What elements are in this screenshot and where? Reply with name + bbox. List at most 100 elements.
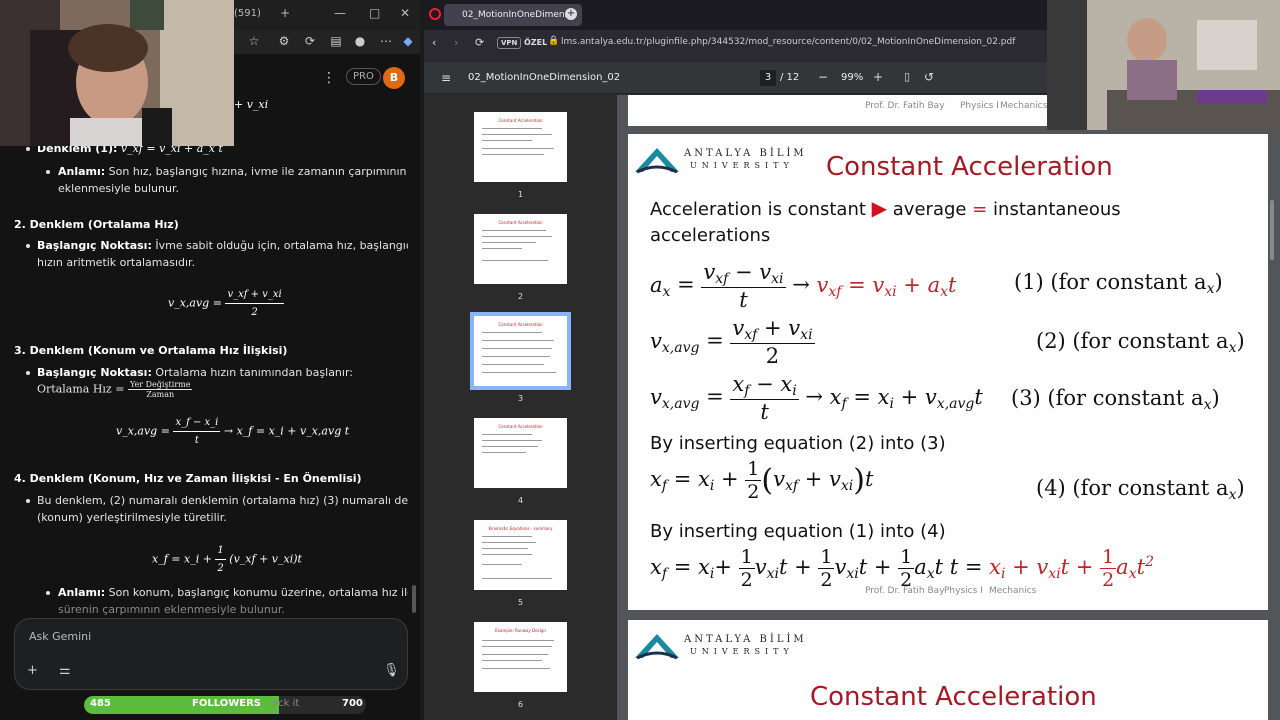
list-item: Başlangıç Noktası: Ortalama hızın tanımı… [37,364,353,381]
pdf-scrollbar[interactable] [1270,200,1274,260]
sidebar-menu-icon[interactable]: ≡ [441,71,451,85]
bullet [26,244,30,248]
eq3-note: (3) (for constant a [1011,386,1204,410]
s2-formula-den: 2 [251,307,258,318]
thumbnail-page-2[interactable]: Constant Acceleration [474,214,567,284]
s3-title: 3. Denklem (Konum ve Ortalama Hız İlişki… [14,344,288,357]
thumbnail-page-5[interactable]: Kinematic Equations - summary [474,520,567,590]
chat-response: Denklem (1): v_xf = v_xi + a_x t Anlamı:… [0,90,408,615]
fit-page-icon[interactable]: ▯ [904,70,910,83]
collections-icon[interactable]: ▤ [328,33,344,49]
close-icon[interactable]: ✕ [400,6,410,20]
room-camera-image [1047,0,1280,130]
equation-2-note: (2) (for constant ax) [1036,329,1245,356]
ask-gemini-input[interactable]: Ask Gemini + ⚌ 🎙 [14,618,408,690]
rotate-icon[interactable]: ↺ [924,70,934,84]
s2-start-cont: hızın aritmetik ortalamasıdır. [37,256,196,269]
followers-current: 485 [90,698,111,709]
s4-half-num: 1 [215,542,226,560]
zoom-out-icon[interactable]: − [818,70,828,84]
equation-1: ax = vxf − vxi t → vxf = vxi + axt [650,260,957,312]
menu-icon[interactable]: ⋯ [378,33,394,49]
lock-icon[interactable]: 🔒 [548,36,559,46]
tab-pdf[interactable]: 02_MotionInOneDimensio [444,4,582,26]
back-icon[interactable]: ‹ [432,36,436,49]
private-label: ÖZEL [524,38,548,47]
s2-formula-num: v_xf + v_xi [225,286,284,304]
line1-b: average [892,199,967,220]
thumbnail-title: Constant Acceleration [498,118,543,123]
bullet [46,170,50,174]
s3-formula: v_x,avg = x_f − x_i t → x_f = x_i + v_x,a… [116,414,349,449]
opera-logo-icon[interactable] [429,8,441,20]
eq1-note: (1) (for constant a [1014,270,1207,294]
s2-formula: v_x,avg = v_xf + v_xi 2 [168,286,284,321]
equation-4-note: (4) (for constant ax) [1036,476,1245,503]
s4-meaning-label: Anlamı: [58,586,106,599]
list-item: Başlangıç Noktası: İvme sabit olduğu içi… [37,237,408,254]
page-number-input[interactable]: 3 [760,70,776,86]
pdf-viewer[interactable]: Prof. Dr. Fatih Bay Physics I Mechanics … [617,95,1280,720]
extension-icon[interactable]: ⚙ [276,33,292,49]
thumbnail-pane: Constant Acceleration 1 Constant Acceler… [424,95,617,720]
bullet [46,591,50,595]
equation-5: xf = xi+ 1 2 vxit + 1 2 vxit + 1 2 axt t = xi … [650,546,1154,591]
thumbnail-page-4[interactable]: Constant Acceleration [474,418,567,488]
section-title: 3. Denklem (Konum ve Ortalama Hız İlişki… [14,342,287,359]
bullet [26,371,30,375]
thumbnail-page-1[interactable]: Constant Acceleration [474,112,567,182]
equation-3: vx,avg = xf − xi t → xf = xi + vx,avgt [650,372,983,424]
next-slide-title: Constant Acceleration [810,682,1097,712]
ask-placeholder: Ask Gemini [29,630,92,643]
insert-line-2: By inserting equation (1) into (4) [650,521,946,542]
eq1-meaning-label: Anlamı: [58,165,106,178]
s3-formula-den: t [194,435,199,446]
tools-icon[interactable]: ⚌ [59,663,71,678]
profile-icon[interactable]: ● [352,33,368,49]
add-icon[interactable]: + [27,663,38,678]
zoom-in-icon[interactable]: + [873,70,883,84]
s4-text: Bu denklem, (2) numaralı denklemin (orta… [37,494,408,507]
vpn-badge[interactable]: VPN [497,37,522,49]
star-icon[interactable]: ☆ [246,33,262,49]
list-item: Anlamı: Son hız, başlangıç hızına, ivme … [58,163,407,180]
page-footer-author: Prof. Dr. Fatih Bay [865,586,945,596]
pdf-title: 02_MotionInOneDimension_02 [468,72,621,83]
s4-meaning-cont: sürenin çarpımının eklenmesiyle bulunur. [58,603,285,615]
avatar[interactable]: B [383,67,405,89]
scrollbar[interactable] [412,585,416,613]
webcam-image [0,0,234,146]
university-name: ANTALYA BİLİM [684,148,807,159]
thumbnail-number: 3 [517,394,524,403]
url-field[interactable]: lms.antalya.edu.tr/pluginfile.php/344532… [561,37,1015,47]
minimize-icon[interactable]: — [334,6,346,20]
zoom-level[interactable]: 99% [841,72,863,83]
pdf-page-3: ANTALYA BİLİM UNIVERSITY Constant Accele… [628,134,1268,610]
s3-avg-def: Ortalama Hız = Yer Değiştirme Zaman [37,380,193,399]
slide-line-1: Acceleration is constant ▶ average = ins… [650,196,1121,220]
thumbnail-page-3[interactable]: Constant Acceleration [470,312,571,390]
equation-3-note: (3) (for constant ax) [1011,386,1220,413]
sync-icon[interactable]: ⟳ [302,33,318,49]
s3-avg-num: Yer Değiştirme [127,380,193,390]
s3-avg-label: Ortalama Hız = [37,382,125,396]
footer-topic: Mechanics [1000,101,1048,111]
university-name: ANTALYA BİLİM [684,634,807,645]
s2-start: İvme sabit olduğu için, ortalama hız, ba… [155,239,408,252]
new-tab-icon[interactable]: + [280,6,290,20]
forward-icon[interactable]: › [454,36,458,49]
footer-course: Physics I [960,101,999,111]
new-tab-button[interactable]: + [565,8,577,20]
s4-formula-lhs: x_f = x_i + [152,552,212,566]
maximize-icon[interactable]: □ [369,6,380,20]
followers-goal: 700 [342,698,363,709]
reload-icon[interactable]: ⟳ [475,36,484,49]
page-footer-topic: Mechanics [989,586,1037,596]
more-options-icon[interactable]: ⋮ [322,70,336,86]
s2-title: 2. Denklem (Ortalama Hız) [14,218,179,231]
s4-half-den: 2 [217,563,224,574]
copilot-icon[interactable]: ◆ [400,33,416,49]
thumbnail-number: 1 [517,190,524,199]
thumbnail-page-6[interactable]: Example: Runway Design [474,622,567,692]
microphone-icon[interactable]: 🎙 [383,663,400,678]
